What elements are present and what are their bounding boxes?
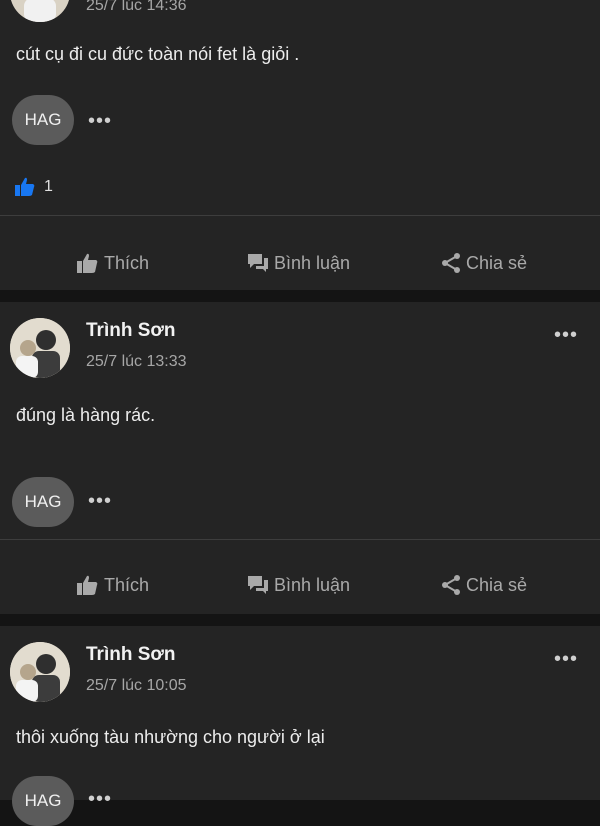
divider <box>0 215 600 216</box>
more-icon[interactable]: ••• <box>554 649 578 669</box>
post-card: 25/7 lúc 14:36 cút cụ đi cu đức toàn nói… <box>0 0 600 290</box>
like-button[interactable]: Thích <box>76 252 149 274</box>
divider <box>0 539 600 540</box>
post-card: Trình Sơn 25/7 lúc 13:33 ••• đúng là hàn… <box>0 302 600 614</box>
post-timestamp: 25/7 lúc 13:33 <box>86 353 187 370</box>
avatar[interactable] <box>10 642 70 702</box>
like-icon <box>77 575 98 595</box>
post-text: cút cụ đi cu đức toàn nói fet là giỏi . <box>16 44 300 64</box>
post-text: thôi xuống tàu nhường cho người ở lại <box>16 727 325 747</box>
share-icon <box>442 253 460 273</box>
comment-label: Bình luận <box>274 252 351 273</box>
like-label: Thích <box>104 252 150 273</box>
like-label: Thích <box>104 574 150 595</box>
share-button[interactable]: Chia sẻ <box>440 574 527 596</box>
more-icon[interactable]: ••• <box>554 325 578 345</box>
comment-button[interactable]: Bình luận <box>246 252 350 274</box>
post-card: Trình Sơn 25/7 lúc 10:05 ••• thôi xuống … <box>0 626 600 826</box>
comment-icon <box>248 254 268 272</box>
avatar[interactable] <box>10 318 70 378</box>
avatar[interactable] <box>10 0 70 22</box>
comment-icon <box>248 576 268 594</box>
like-button[interactable]: Thích <box>76 574 149 596</box>
tag-pill[interactable]: HAG <box>12 95 74 145</box>
tag-pill[interactable]: HAG <box>12 776 74 826</box>
share-label: Chia sẻ <box>466 574 528 595</box>
more-icon[interactable]: ••• <box>88 111 112 131</box>
post-text: đúng là hàng rác. <box>16 405 156 425</box>
like-icon <box>15 177 35 196</box>
more-icon[interactable]: ••• <box>88 491 112 511</box>
like-count-value: 1 <box>44 178 53 195</box>
like-icon <box>77 253 98 273</box>
comment-button[interactable]: Bình luận <box>246 574 350 596</box>
comment-label: Bình luận <box>274 574 351 595</box>
share-icon <box>442 575 460 595</box>
tag-pill[interactable]: HAG <box>12 477 74 527</box>
like-count[interactable]: 1 <box>14 176 53 198</box>
post-timestamp: 25/7 lúc 10:05 <box>86 677 187 694</box>
share-label: Chia sẻ <box>466 252 528 273</box>
post-author[interactable]: Trình Sơn <box>86 644 176 666</box>
share-button[interactable]: Chia sẻ <box>440 252 527 274</box>
more-icon[interactable]: ••• <box>88 789 112 809</box>
post-timestamp: 25/7 lúc 14:36 <box>86 0 187 14</box>
post-author[interactable]: Trình Sơn <box>86 320 176 342</box>
